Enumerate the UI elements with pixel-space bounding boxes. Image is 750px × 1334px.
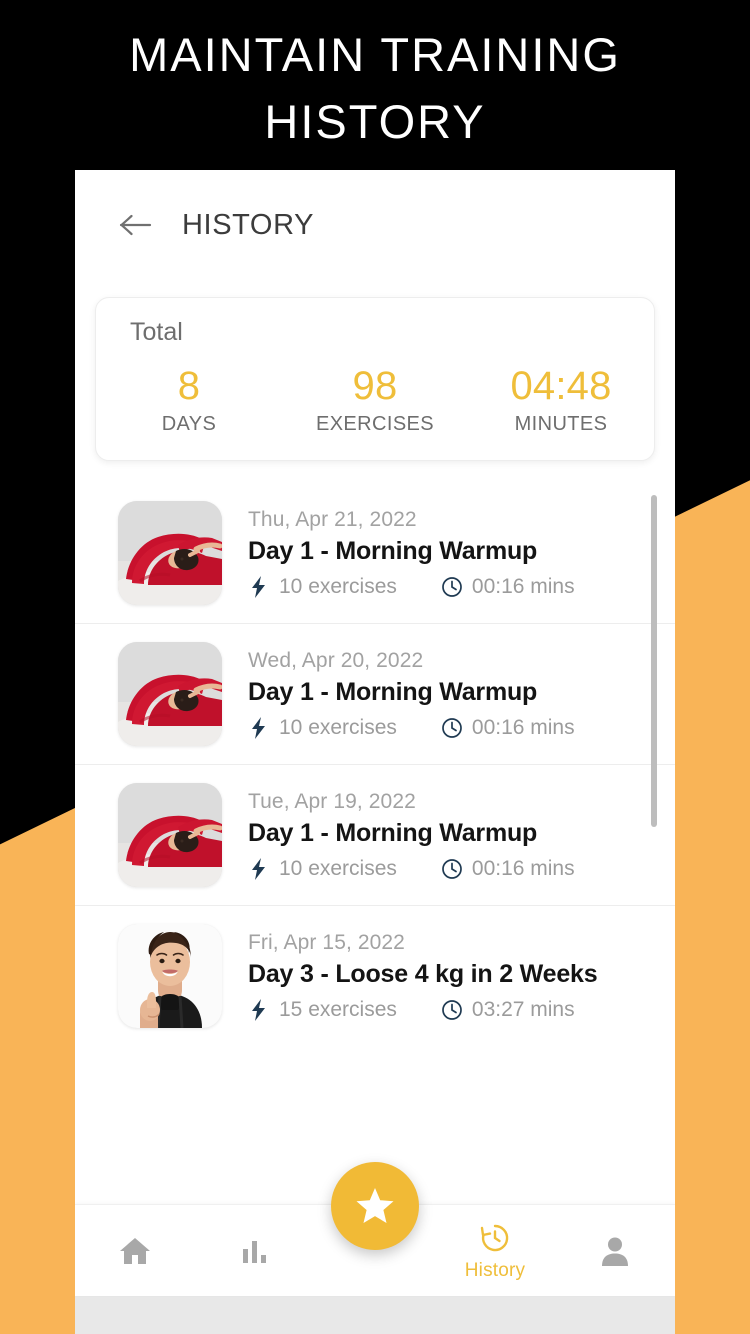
row-exercises: 15 exercises — [248, 998, 397, 1022]
row-exercises-text: 10 exercises — [279, 574, 397, 598]
row-duration: 00:16 mins — [441, 716, 575, 740]
back-button[interactable] — [114, 203, 158, 247]
woman-side-stretch-red-image — [118, 501, 222, 605]
nav-item-home[interactable] — [75, 1205, 195, 1296]
woman-thumbs-up-image — [118, 924, 222, 1028]
star-icon — [356, 1188, 394, 1223]
total-label: Total — [130, 318, 183, 346]
row-meta: 10 exercises 00:16 mins — [248, 716, 675, 740]
row-exercises-text: 10 exercises — [279, 715, 397, 739]
bottom-navigation-bar: History — [75, 1162, 675, 1296]
row-exercises-text: 15 exercises — [279, 997, 397, 1021]
row-duration: 00:16 mins — [441, 575, 575, 599]
row-meta: 10 exercises 00:16 mins — [248, 575, 675, 599]
page-title: HISTORY — [182, 208, 315, 241]
row-date: Fri, Apr 15, 2022 — [248, 930, 405, 954]
scrollbar-thumb[interactable] — [651, 495, 657, 827]
row-meta: 15 exercises 03:27 mins — [248, 998, 675, 1022]
clock-icon — [441, 858, 463, 880]
row-date: Tue, Apr 19, 2022 — [248, 789, 416, 813]
lightning-bolt-icon — [248, 857, 270, 880]
home-icon — [118, 1232, 152, 1270]
row-duration-text: 00:16 mins — [471, 856, 575, 880]
nav-item-profile[interactable] — [555, 1205, 675, 1296]
table-row[interactable]: Fri, Apr 15, 2022 Day 3 - Loose 4 kg in … — [75, 906, 675, 1046]
row-duration-text: 00:16 mins — [471, 715, 575, 739]
bar-chart-icon — [240, 1232, 270, 1270]
row-exercises-text: 10 exercises — [279, 856, 397, 880]
lightning-bolt-icon — [248, 575, 270, 598]
total-stats-row: 8 DAYS 98 EXERCISES 04:48 MINUTES — [96, 365, 654, 436]
add-workout-fab[interactable] — [331, 1162, 419, 1250]
stat-minutes-unit: MINUTES — [514, 413, 608, 435]
workout-thumbnail — [118, 783, 222, 887]
row-body: Fri, Apr 15, 2022 Day 3 - Loose 4 kg in … — [248, 931, 675, 1022]
nav-item-history[interactable]: History — [435, 1205, 555, 1296]
table-row[interactable]: Thu, Apr 21, 2022 Day 1 - Morning Warmup… — [75, 483, 675, 624]
row-title: Day 1 - Morning Warmup — [248, 536, 538, 565]
arrow-left-icon — [119, 214, 152, 236]
stat-exercises-value: 98 — [352, 364, 398, 408]
row-title: Day 1 - Morning Warmup — [248, 818, 538, 847]
lightning-bolt-icon — [248, 998, 270, 1021]
clock-icon — [441, 717, 463, 739]
app-bar: HISTORY — [75, 170, 675, 280]
lightning-bolt-icon — [248, 716, 270, 739]
row-date: Wed, Apr 20, 2022 — [248, 648, 424, 672]
row-exercises: 10 exercises — [248, 716, 397, 740]
row-duration-text: 03:27 mins — [471, 997, 575, 1021]
row-exercises: 10 exercises — [248, 857, 397, 881]
workout-thumbnail — [118, 924, 222, 1028]
row-duration: 00:16 mins — [441, 857, 575, 881]
row-title: Day 3 - Loose 4 kg in 2 Weeks — [248, 959, 598, 988]
row-body: Thu, Apr 21, 2022 Day 1 - Morning Warmup… — [248, 508, 675, 599]
stat-days-unit: DAYS — [161, 413, 217, 435]
workout-thumbnail — [118, 642, 222, 746]
history-icon — [478, 1219, 512, 1257]
stat-days-value: 8 — [177, 364, 201, 408]
system-bottom-strip — [75, 1296, 675, 1334]
woman-side-stretch-red-image — [118, 642, 222, 746]
row-title: Day 1 - Morning Warmup — [248, 677, 538, 706]
clock-icon — [441, 576, 463, 598]
stat-minutes-value: 04:48 — [510, 364, 612, 408]
nav-item-history-label: History — [464, 1260, 526, 1281]
person-icon — [600, 1232, 630, 1270]
table-row[interactable]: Tue, Apr 19, 2022 Day 1 - Morning Warmup… — [75, 765, 675, 906]
woman-side-stretch-red-image — [118, 783, 222, 887]
row-date: Thu, Apr 21, 2022 — [248, 507, 417, 531]
nav-item-stats[interactable] — [195, 1205, 315, 1296]
table-row[interactable]: Wed, Apr 20, 2022 Day 1 - Morning Warmup… — [75, 624, 675, 765]
phone-screen: HISTORY Total 8 DAYS 98 EXERCISES 04:48 … — [75, 170, 675, 1334]
row-duration-text: 00:16 mins — [471, 574, 575, 598]
clock-icon — [441, 999, 463, 1021]
row-meta: 10 exercises 00:16 mins — [248, 857, 675, 881]
stat-exercises-unit: EXERCISES — [315, 413, 435, 435]
stat-days: 8 DAYS — [96, 365, 282, 436]
row-body: Wed, Apr 20, 2022 Day 1 - Morning Warmup… — [248, 649, 675, 740]
row-duration: 03:27 mins — [441, 998, 575, 1022]
workout-thumbnail — [118, 501, 222, 605]
history-list: Thu, Apr 21, 2022 Day 1 - Morning Warmup… — [75, 483, 675, 1046]
history-list-container[interactable]: Thu, Apr 21, 2022 Day 1 - Morning Warmup… — [75, 483, 675, 1204]
stat-minutes: 04:48 MINUTES — [468, 365, 654, 436]
row-body: Tue, Apr 19, 2022 Day 1 - Morning Warmup… — [248, 790, 675, 881]
promo-headline: MAINTAIN TRAINING HISTORY — [129, 28, 621, 148]
total-summary-card: Total 8 DAYS 98 EXERCISES 04:48 MINUTES — [95, 297, 655, 461]
stat-exercises: 98 EXERCISES — [282, 365, 468, 436]
row-exercises: 10 exercises — [248, 575, 397, 599]
